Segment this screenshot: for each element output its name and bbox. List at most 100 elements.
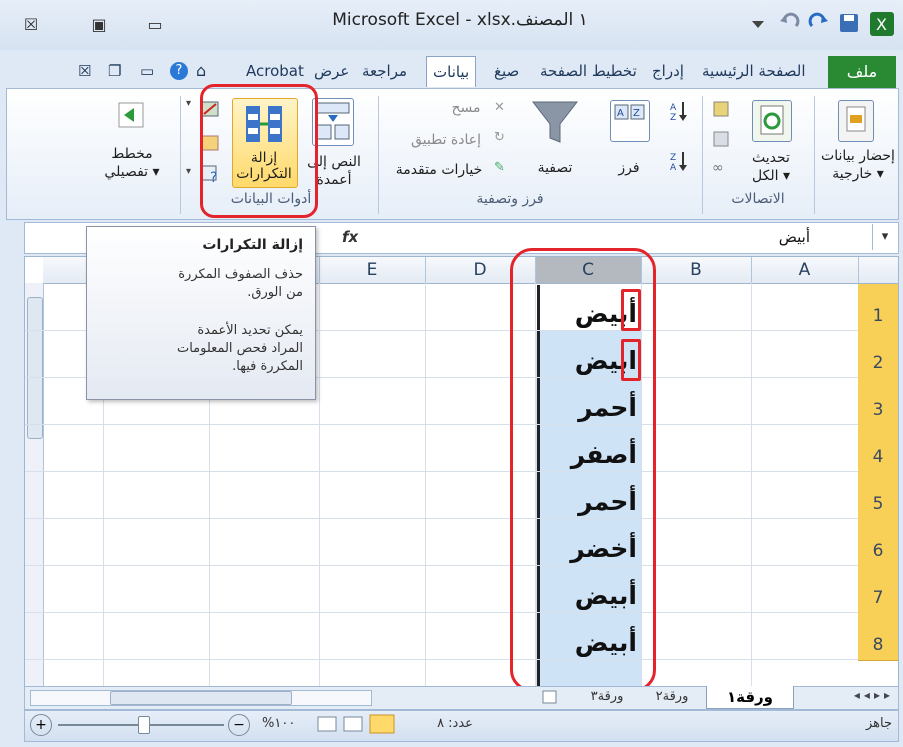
minimize-window-button[interactable]: ▭ xyxy=(142,14,168,36)
row-header-8[interactable]: 8 xyxy=(858,613,898,661)
grid-line xyxy=(751,283,752,687)
get-external-data-label[interactable]: إحضار بيانات xyxy=(818,148,898,165)
sort-dialog-icon[interactable]: AZ xyxy=(610,100,650,142)
column-header-a[interactable]: A xyxy=(751,257,859,284)
row-header-1[interactable]: 1 xyxy=(858,284,898,332)
svg-text:A: A xyxy=(670,163,677,172)
row-header-3[interactable]: 3 xyxy=(858,378,898,426)
column-header-e[interactable]: E xyxy=(319,257,426,284)
close-window-button[interactable]: ☒ xyxy=(18,14,44,36)
sort-az-icon[interactable]: AZ xyxy=(668,100,690,123)
external-data-icon[interactable] xyxy=(838,100,874,142)
tab-file[interactable]: ملف xyxy=(828,56,896,88)
connections-group-label: الاتصالات xyxy=(731,191,785,207)
sheet-nav-icon[interactable]: ◂◂▸▸ xyxy=(796,688,894,706)
tooltip-title: إزالة التكرارات xyxy=(202,237,303,253)
zoom-out-button[interactable]: − xyxy=(228,714,250,736)
row-header-6[interactable]: 6 xyxy=(858,519,898,567)
tab-review[interactable]: مراجعة xyxy=(362,56,407,86)
svg-text:A: A xyxy=(670,103,677,113)
tab-data[interactable]: بيانات xyxy=(426,56,477,87)
clear-filter-label[interactable]: مسح xyxy=(440,100,492,117)
reapply-icon[interactable]: ↻ xyxy=(494,130,510,146)
sort-filter-group-label: فرز وتصفية xyxy=(476,191,544,207)
redo-icon[interactable] xyxy=(808,12,830,38)
formula-input[interactable]: أبيض xyxy=(390,224,870,250)
help-icon[interactable]: ? xyxy=(170,62,188,80)
tab-insert[interactable]: إدراج xyxy=(652,56,684,86)
group-separator xyxy=(814,96,815,214)
advanced-filter-label[interactable]: خيارات متقدمة xyxy=(386,162,492,179)
insert-function-icon[interactable]: fx xyxy=(342,224,372,250)
clear-icon[interactable]: ✕ xyxy=(494,100,510,116)
minimize-ribbon-icon[interactable]: ⌂ xyxy=(196,56,206,86)
grid-line xyxy=(25,518,858,519)
tooltip-line-5: المكررة فيها. xyxy=(232,359,303,374)
tab-acrobat[interactable]: Acrobat xyxy=(246,56,304,86)
row-header-4[interactable]: 4 xyxy=(858,425,898,473)
customize-toolbar-icon[interactable] xyxy=(748,12,768,38)
save-icon[interactable] xyxy=(838,12,860,38)
row-header-2[interactable]: 2 xyxy=(858,331,898,379)
window-title: Microsoft Excel - xlsx.١ المصنف xyxy=(332,10,588,30)
group-separator xyxy=(702,96,703,214)
tooltip-line-2: من الورق. xyxy=(247,285,303,300)
text-to-columns-icon[interactable] xyxy=(312,98,354,146)
zoom-in-button[interactable]: + xyxy=(30,714,52,736)
zoom-slider-thumb[interactable] xyxy=(138,716,150,734)
row-header-7[interactable]: 7 xyxy=(858,566,898,614)
undo-icon[interactable] xyxy=(778,12,800,38)
tab-page-layout[interactable]: تخطيط الصفحة xyxy=(540,56,637,86)
tab-home[interactable]: الصفحة الرئيسية xyxy=(702,56,806,86)
refresh-all-label[interactable]: تحديث xyxy=(736,150,806,167)
tab-view[interactable]: عرض xyxy=(314,56,349,86)
column-header-b[interactable]: B xyxy=(641,257,752,284)
vertical-scroll-thumb[interactable] xyxy=(27,297,43,439)
insert-sheet-icon[interactable] xyxy=(540,688,560,706)
close-workbook-button[interactable]: ☒ xyxy=(78,56,91,86)
dropdown-arrow-icon[interactable]: ▾ xyxy=(186,98,191,109)
connections-icon[interactable] xyxy=(712,100,732,118)
remove-duplicates-tooltip: إزالة التكرارات حذف الصفوف المكررة من ال… xyxy=(86,226,316,400)
svg-text:Z: Z xyxy=(670,113,676,122)
outline-label-2[interactable]: تفصيلي ▾ xyxy=(96,164,168,181)
properties-icon[interactable] xyxy=(712,130,732,148)
refresh-all-icon[interactable] xyxy=(752,100,792,142)
restore-workbook-button[interactable]: ❐ xyxy=(108,56,121,86)
grid-line xyxy=(25,565,858,566)
svg-text:A: A xyxy=(617,108,624,119)
horizontal-scroll-thumb[interactable] xyxy=(110,691,292,705)
outline-icon[interactable] xyxy=(116,100,146,130)
grid-line xyxy=(25,424,858,425)
sheet-tab-3[interactable]: ورقة٣ xyxy=(576,686,638,708)
grid-line xyxy=(25,659,858,660)
dropdown-arrow-icon[interactable]: ▾ xyxy=(186,166,191,177)
svg-text:X: X xyxy=(876,15,887,34)
group-separator xyxy=(180,96,181,214)
name-box-dropdown[interactable]: ▾ xyxy=(872,224,897,250)
tooltip-line-1: حذف الصفوف المكررة xyxy=(178,267,303,282)
reapply-label[interactable]: إعادة تطبيق xyxy=(400,132,492,149)
outline-label[interactable]: مخطط xyxy=(96,146,168,163)
edit-links-icon[interactable]: ∞ xyxy=(712,160,732,178)
refresh-all-label-2[interactable]: الكل ▾ xyxy=(736,168,806,185)
filter-icon[interactable] xyxy=(530,98,580,148)
grid-line xyxy=(25,471,858,472)
minimize-workbook-button[interactable]: ▭ xyxy=(140,56,154,86)
sheet-tab-1[interactable]: ورقة١ xyxy=(706,686,794,709)
row-header-5[interactable]: 5 xyxy=(858,472,898,520)
sheet-tab-2[interactable]: ورقة٢ xyxy=(640,686,704,708)
advanced-filter-icon[interactable]: ✎ xyxy=(494,160,510,176)
grid-line xyxy=(425,283,426,687)
svg-text:Z: Z xyxy=(670,153,676,163)
view-buttons xyxy=(316,714,400,734)
filter-label[interactable]: تصفية xyxy=(520,160,590,177)
get-external-data-label-2[interactable]: خارجية ▾ xyxy=(818,166,898,183)
tab-formulas[interactable]: صيغ xyxy=(494,56,519,86)
sort-label[interactable]: فرز xyxy=(604,160,654,177)
zoom-level[interactable]: %١٠٠ xyxy=(262,716,306,731)
restore-window-button[interactable]: ▣ xyxy=(86,14,112,36)
select-all-corner[interactable] xyxy=(858,257,898,284)
sort-za-icon[interactable]: ZA xyxy=(668,150,690,173)
highlight-column-c xyxy=(510,248,656,692)
